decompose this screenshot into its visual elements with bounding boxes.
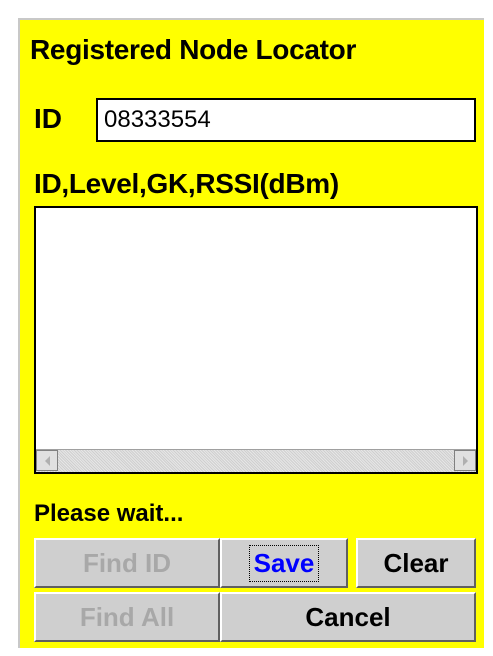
results-column-header: ID,Level,GK,RSSI(dBm)	[34, 168, 339, 199]
horizontal-scrollbar[interactable]	[36, 449, 476, 472]
cancel-button[interactable]: Cancel	[220, 592, 476, 642]
find-all-button[interactable]: Find All	[34, 592, 220, 642]
clear-button[interactable]: Clear	[356, 538, 476, 588]
page-title: Registered Node Locator	[30, 34, 357, 65]
find-id-button[interactable]: Find ID	[34, 538, 220, 588]
arrow-left-icon	[44, 455, 50, 466]
scroll-left-button[interactable]	[36, 450, 58, 471]
scroll-right-button[interactable]	[454, 450, 476, 471]
save-button-label: Save	[248, 544, 320, 582]
locator-panel: Registered Node Locator ID ID,Level,GK,R…	[18, 18, 484, 648]
id-input[interactable]	[96, 98, 476, 142]
results-listbox[interactable]	[34, 206, 478, 474]
arrow-right-icon	[462, 455, 468, 466]
id-label: ID	[34, 103, 62, 134]
status-text: Please wait...	[34, 500, 184, 527]
app-frame: Registered Node Locator ID ID,Level,GK,R…	[0, 0, 493, 656]
save-button[interactable]: Save	[220, 538, 348, 588]
results-list-area	[36, 208, 476, 450]
